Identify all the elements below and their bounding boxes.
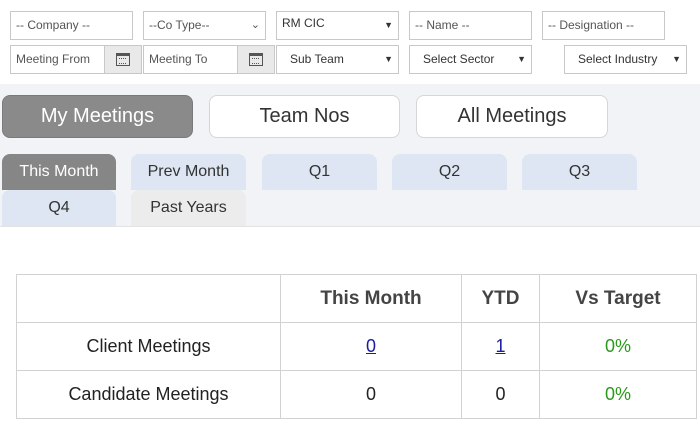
chevron-down-icon: ⌄ xyxy=(250,19,260,31)
tab-prev-month[interactable]: Prev Month xyxy=(131,154,246,190)
tab-my-meetings[interactable]: My Meetings xyxy=(2,95,193,138)
row-label: Candidate Meetings xyxy=(16,370,281,419)
dropdown-arrow-icon: ▼ xyxy=(384,54,393,64)
co-type-label: --Co Type-- xyxy=(149,18,210,32)
tab-q1[interactable]: Q1 xyxy=(262,154,377,190)
dropdown-arrow-icon: ▼ xyxy=(517,54,526,64)
filter-bar: -- Company -- --Co Type-- ⌄ RM CIC ▼ -- … xyxy=(0,0,700,84)
table-header-vs-target: Vs Target xyxy=(539,274,697,323)
vs-target-cell: 0% xyxy=(539,322,697,371)
row-label: Client Meetings xyxy=(16,322,281,371)
tab-team-nos[interactable]: Team Nos xyxy=(209,95,400,138)
this-month-cell: 0 xyxy=(280,370,462,419)
meetings-table: This Month YTD Vs Target Client Meetings… xyxy=(16,274,697,419)
name-input[interactable]: -- Name -- xyxy=(409,11,532,40)
co-type-select[interactable]: --Co Type-- ⌄ xyxy=(143,11,266,40)
tab-q2[interactable]: Q2 xyxy=(392,154,507,190)
client-this-month-link[interactable]: 0 xyxy=(366,336,376,356)
calendar-glyph-icon xyxy=(249,53,263,66)
designation-input[interactable]: -- Designation -- xyxy=(542,11,665,40)
ytd-cell: 0 xyxy=(461,370,540,419)
tab-this-month[interactable]: This Month xyxy=(2,154,116,190)
calendar-glyph-icon xyxy=(116,53,130,66)
tab-q3[interactable]: Q3 xyxy=(522,154,637,190)
client-ytd-link[interactable]: 1 xyxy=(495,336,505,356)
sector-label: Select Sector xyxy=(423,52,495,66)
meeting-to-input[interactable]: Meeting To xyxy=(143,45,238,74)
rm-select[interactable]: RM CIC ▼ xyxy=(276,11,399,40)
table-header-blank xyxy=(16,274,281,323)
table-row: Client Meetings 0 1 0% xyxy=(16,322,697,371)
vs-target-cell: 0% xyxy=(539,370,697,419)
table-row: Candidate Meetings 0 0 0% xyxy=(16,370,697,419)
company-input[interactable]: -- Company -- xyxy=(10,11,133,40)
table-header-ytd: YTD xyxy=(461,274,540,323)
ytd-cell: 1 xyxy=(461,322,540,371)
table-header-row: This Month YTD Vs Target xyxy=(16,274,697,323)
meeting-from-input[interactable]: Meeting From xyxy=(10,45,105,74)
sub-team-select[interactable]: Sub Team ▼ xyxy=(276,45,399,74)
sub-team-label: Sub Team xyxy=(290,52,344,66)
tab-all-meetings[interactable]: All Meetings xyxy=(416,95,608,138)
industry-label: Select Industry xyxy=(578,52,658,66)
dropdown-arrow-icon: ▼ xyxy=(672,54,681,64)
sector-select[interactable]: Select Sector ▼ xyxy=(409,45,532,74)
calendar-icon[interactable] xyxy=(104,45,142,74)
tab-past-years[interactable]: Past Years xyxy=(131,190,246,226)
industry-select[interactable]: Select Industry ▼ xyxy=(564,45,687,74)
calendar-icon[interactable] xyxy=(237,45,275,74)
this-month-cell: 0 xyxy=(280,322,462,371)
dropdown-arrow-icon: ▼ xyxy=(384,20,393,30)
rm-label: RM CIC xyxy=(282,16,325,30)
table-header-this-month: This Month xyxy=(280,274,462,323)
tab-q4[interactable]: Q4 xyxy=(2,190,116,226)
